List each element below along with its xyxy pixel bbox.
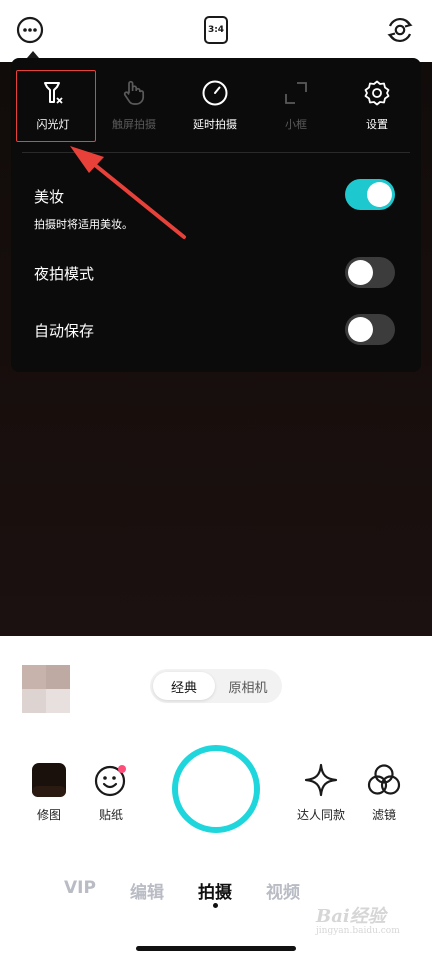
toggle-knob xyxy=(348,317,373,342)
watermark-main: Bai经验 xyxy=(316,906,386,927)
frame-corners-icon xyxy=(281,78,311,108)
settings-button[interactable]: 设置 xyxy=(339,78,415,138)
baidu-watermark: Bai经验 jingyan.baidu.com xyxy=(310,898,422,946)
home-indicator xyxy=(136,946,296,951)
sticker-label: 贴纸 xyxy=(98,808,123,822)
sparkle-icon xyxy=(304,763,338,797)
tab-shoot[interactable]: 拍摄 xyxy=(198,878,232,903)
auto-save-label: 自动保存 xyxy=(34,322,95,340)
timer-label: 延时拍摄 xyxy=(193,118,237,131)
watermark-sub: jingyan.baidu.com xyxy=(316,926,400,936)
shutter-button[interactable] xyxy=(172,745,260,833)
panel-divider xyxy=(22,152,410,153)
photo-edit-icon xyxy=(32,763,66,797)
influencer-style-button[interactable]: 达人同款 xyxy=(292,762,350,823)
more-button[interactable] xyxy=(14,14,46,46)
small-frame-button[interactable]: 小框 xyxy=(258,78,334,138)
aspect-ratio-label: 3:4 xyxy=(207,25,225,35)
timer-icon xyxy=(200,78,230,108)
touch-shoot-button[interactable]: 触屏拍摄 xyxy=(96,78,172,138)
influencer-style-label: 达人同款 xyxy=(296,808,345,822)
beauty-toggle[interactable] xyxy=(345,179,395,210)
edit-photo-label: 修图 xyxy=(36,808,61,822)
toggle-knob xyxy=(367,182,392,207)
beauty-label: 美妆 xyxy=(34,188,65,206)
tab-video[interactable]: 视频 xyxy=(266,878,300,903)
tab-edit[interactable]: 编辑 xyxy=(130,878,164,903)
flip-camera-button[interactable] xyxy=(384,14,416,46)
camera-flip-icon xyxy=(387,17,413,43)
auto-save-toggle[interactable] xyxy=(345,314,395,345)
sticker-button[interactable]: 贴纸 xyxy=(83,762,139,823)
settings-label: 设置 xyxy=(366,118,388,131)
filter-button[interactable]: 滤镜 xyxy=(356,762,412,823)
more-dots-icon xyxy=(16,16,44,44)
filter-label: 滤镜 xyxy=(371,808,396,822)
top-bar: 3:4 xyxy=(0,0,432,62)
tab-vip[interactable]: VIP xyxy=(64,878,96,898)
small-frame-label: 小框 xyxy=(285,118,307,131)
active-tab-indicator xyxy=(213,903,218,908)
timer-button[interactable]: 延时拍摄 xyxy=(177,78,253,138)
flash-highlight-annotation xyxy=(16,70,96,142)
smiley-sticker-icon xyxy=(94,765,126,797)
edit-photo-button[interactable]: 修图 xyxy=(21,762,77,823)
gear-icon xyxy=(362,78,392,108)
beauty-description: 拍摄时将适用美妆。 xyxy=(34,218,133,231)
mode-original-camera[interactable]: 原相机 xyxy=(217,672,279,700)
gallery-thumbnail[interactable] xyxy=(22,665,70,713)
toggle-knob xyxy=(348,260,373,285)
touch-hand-icon xyxy=(119,78,149,108)
touch-shoot-label: 触屏拍摄 xyxy=(112,118,156,131)
aspect-ratio-button[interactable]: 3:4 xyxy=(200,14,232,46)
mode-switch: 经典 原相机 xyxy=(150,669,282,703)
mode-classic[interactable]: 经典 xyxy=(153,672,215,700)
filter-circles-icon xyxy=(367,764,401,795)
menu-pointer xyxy=(27,51,39,58)
night-mode-label: 夜拍模式 xyxy=(34,265,95,283)
night-mode-toggle[interactable] xyxy=(345,257,395,288)
